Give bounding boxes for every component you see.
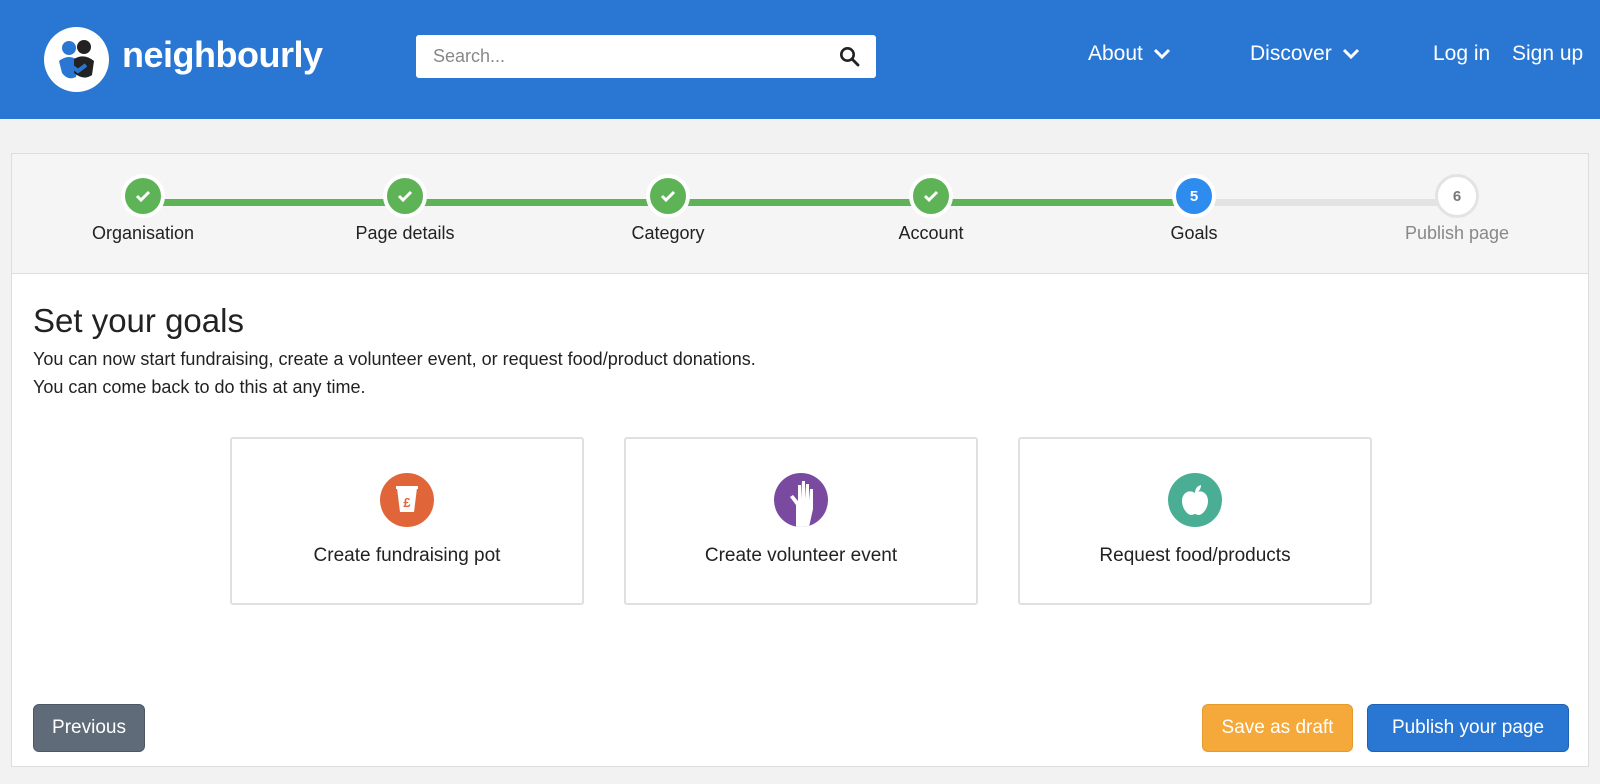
- step-label: Account: [898, 223, 964, 243]
- step-page-details[interactable]: Page details: [305, 174, 505, 244]
- brand-name[interactable]: neighbourly: [122, 34, 323, 76]
- search-icon[interactable]: [839, 46, 860, 67]
- step-number: 6: [1435, 174, 1479, 218]
- goal-volunteer-event[interactable]: Create volunteer event: [624, 437, 978, 605]
- step-label: Page details: [355, 223, 455, 243]
- nav-discover[interactable]: Discover: [1250, 42, 1360, 66]
- signup-link[interactable]: Sign up: [1512, 42, 1583, 66]
- step-publish-page[interactable]: 6 Publish page: [1357, 174, 1557, 244]
- goal-label: Create volunteer event: [704, 545, 898, 566]
- step-goals[interactable]: 5 Goals: [1094, 174, 1294, 244]
- progress-stepper: Organisation Page details Category Accou…: [12, 154, 1588, 274]
- neighbourly-logo-icon[interactable]: [44, 27, 109, 92]
- goal-request-food[interactable]: Request food/products: [1018, 437, 1372, 605]
- volunteer-hand-icon: [774, 473, 828, 527]
- search-input[interactable]: [416, 35, 826, 78]
- login-link[interactable]: Log in: [1433, 42, 1490, 66]
- search-box: [416, 35, 876, 78]
- step-number: 5: [1172, 174, 1216, 218]
- setup-card: Organisation Page details Category Accou…: [11, 153, 1589, 767]
- goal-label: Request food/products: [1099, 545, 1291, 566]
- svg-text:£: £: [403, 495, 411, 510]
- nav-about-label: About: [1088, 42, 1143, 65]
- apple-icon: [1168, 473, 1222, 527]
- step-label: Category: [631, 223, 705, 243]
- goal-fundraising-pot[interactable]: £ Create fundraising pot: [230, 437, 584, 605]
- check-icon: [646, 174, 690, 218]
- goal-label: Create fundraising pot: [313, 545, 501, 566]
- step-category[interactable]: Category: [568, 174, 768, 244]
- step-label: Goals: [1170, 223, 1218, 243]
- check-icon: [121, 174, 165, 218]
- save-draft-button[interactable]: Save as draft: [1202, 704, 1353, 752]
- step-label: Publish page: [1404, 223, 1510, 243]
- description-line-2: You can come back to do this at any time…: [33, 377, 366, 397]
- site-header: neighbourly About Discover Log in Sign u…: [0, 0, 1600, 119]
- nav-discover-label: Discover: [1250, 42, 1332, 65]
- chevron-down-icon: [1153, 48, 1170, 60]
- previous-button[interactable]: Previous: [33, 704, 145, 752]
- check-icon: [383, 174, 427, 218]
- fundraising-pot-icon: £: [380, 473, 434, 527]
- description-line-1: You can now start fundraising, create a …: [33, 349, 756, 369]
- page-title: Set your goals: [33, 302, 244, 339]
- chevron-down-icon: [1342, 48, 1359, 60]
- step-label: Organisation: [91, 223, 195, 243]
- nav-about[interactable]: About: [1088, 42, 1171, 66]
- publish-button[interactable]: Publish your page: [1367, 704, 1569, 752]
- step-organisation[interactable]: Organisation: [43, 174, 243, 244]
- check-icon: [909, 174, 953, 218]
- step-account[interactable]: Account: [831, 174, 1031, 244]
